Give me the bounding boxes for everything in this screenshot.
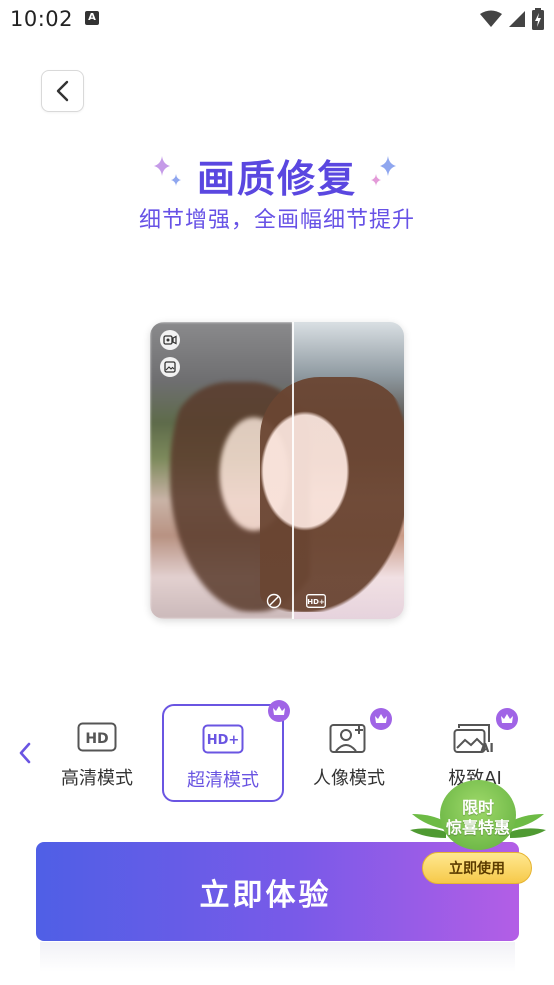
hd-icon: HD	[77, 722, 117, 756]
mode-uhd[interactable]: HD+ 超清模式	[162, 700, 290, 802]
chevron-left-icon	[56, 80, 68, 102]
no-watermark-icon	[266, 593, 282, 609]
svg-text:HD+: HD+	[207, 733, 240, 748]
chevron-left-icon[interactable]	[16, 740, 34, 766]
status-icons	[480, 8, 544, 30]
status-time: 10:02	[10, 7, 74, 31]
mode-label: 超清模式	[187, 770, 259, 791]
use-now-button[interactable]: 立即使用	[422, 852, 532, 884]
hd-plus-icon: HD+	[202, 724, 244, 758]
promo-badge[interactable]: 限时 惊喜特惠 立即使用	[408, 776, 548, 886]
svg-text:AI: AI	[480, 741, 494, 754]
page-subtitle: 细节增强，全画幅细节提升	[138, 208, 415, 233]
svg-text:HD+: HD+	[307, 598, 325, 606]
wifi-icon	[480, 10, 502, 27]
crown-icon	[496, 708, 518, 730]
mode-portrait[interactable]: 人像模式	[288, 704, 410, 802]
notification-icon: A	[85, 11, 99, 25]
sparkle-icon-right	[371, 156, 396, 186]
comparison-photo[interactable]: HD+	[150, 322, 404, 619]
battery-icon	[532, 8, 544, 30]
title-wrap: 画质修复	[0, 148, 554, 203]
back-button[interactable]	[41, 70, 84, 112]
promo-text: 限时 惊喜特惠	[408, 798, 548, 838]
ai-image-icon: AI	[453, 722, 497, 758]
promo-line2: 惊喜特惠	[445, 818, 510, 837]
cta-shadow	[40, 942, 515, 972]
promo-line1: 限时	[461, 798, 494, 817]
mode-label: 人像模式	[313, 768, 385, 789]
image-icon[interactable]	[160, 357, 180, 377]
crown-icon	[268, 700, 290, 722]
crown-icon	[370, 708, 392, 730]
mode-label: 高清模式	[61, 768, 133, 789]
signal-icon	[509, 11, 525, 27]
page-title: 画质修复	[196, 157, 357, 201]
portrait-icon	[329, 722, 369, 758]
video-icon[interactable]	[160, 330, 180, 350]
compare-divider[interactable]	[292, 322, 294, 619]
hd-badge-icon: HD+	[306, 594, 326, 608]
svg-text:HD: HD	[85, 731, 108, 747]
photo-subject-after	[260, 377, 404, 612]
mode-hd[interactable]: HD 高清模式	[36, 704, 158, 802]
try-now-label: 立即体验	[199, 877, 332, 913]
status-bar: 10:02 A	[0, 0, 554, 38]
